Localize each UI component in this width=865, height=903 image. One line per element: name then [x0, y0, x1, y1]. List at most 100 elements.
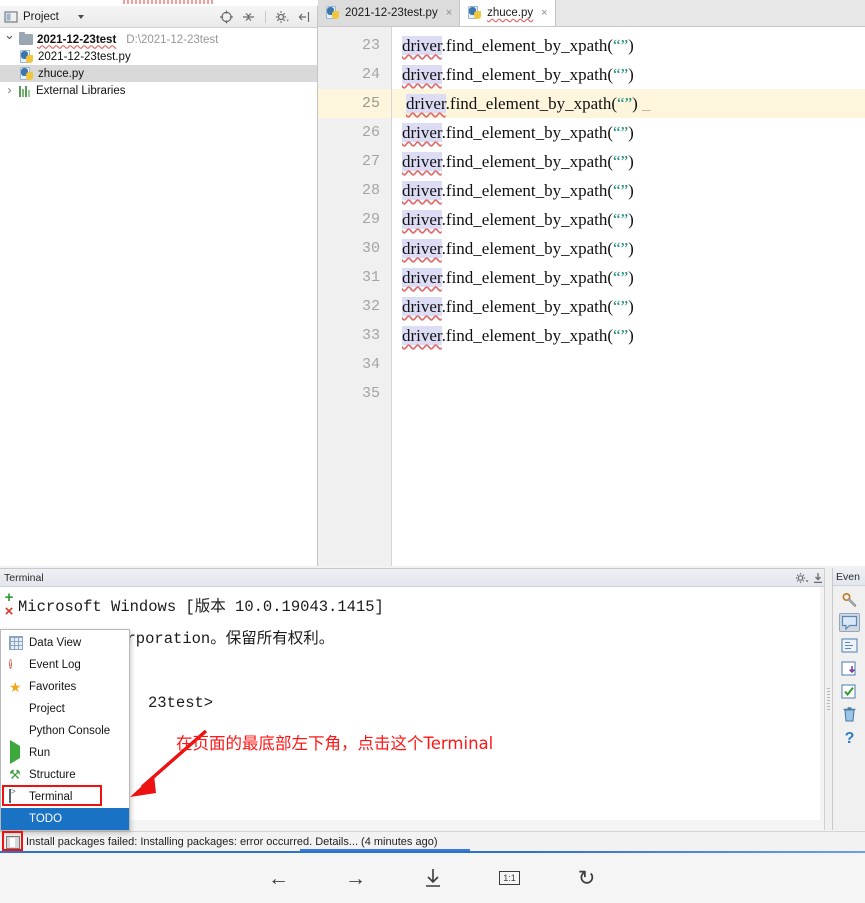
code-paren: )	[628, 65, 634, 84]
code-call: .find_element_by_xpath(	[441, 297, 614, 316]
toolbar-divider	[265, 10, 266, 23]
tree-node-file-zhuce[interactable]: zhuce.py	[0, 65, 317, 82]
menu-item-run[interactable]: Run	[1, 740, 129, 764]
close-tab-icon[interactable]: ×	[446, 7, 452, 19]
menu-item-todo[interactable]: TODO	[1, 808, 129, 830]
line-number: 23	[361, 37, 380, 54]
tree-node-file-test[interactable]: 2021-12-23test.py	[0, 48, 317, 65]
close-tab-icon[interactable]: ×	[541, 7, 547, 19]
event-log-icon: !	[9, 659, 12, 669]
expand-arrow-icon[interactable]	[4, 82, 15, 100]
balloon-notification-icon[interactable]	[838, 613, 860, 632]
tree-node-project-root[interactable]: 2021-12-23test D:\2021-12-23test	[0, 31, 317, 48]
code-string: “”	[613, 36, 629, 55]
expand-all-icon[interactable]	[839, 636, 860, 655]
code-line[interactable]: driver.find_element_by_xpath(“”)	[392, 234, 865, 263]
event-log-title: Even	[833, 568, 865, 586]
event-log-panel: Even ?	[832, 568, 865, 830]
code-call: .find_element_by_xpath(	[441, 181, 614, 200]
menu-item-event-log[interactable]: ! Event Log	[1, 654, 129, 676]
code-line[interactable]: driver.find_element_by_xpath(“”)	[392, 321, 865, 350]
help-question-icon[interactable]: ?	[839, 728, 860, 747]
hide-panel-icon[interactable]	[296, 9, 313, 25]
terminal-line: ft Corporation。保留所有权利。	[80, 630, 335, 648]
status-message[interactable]: Install packages failed: Installing pack…	[26, 836, 437, 848]
code-line[interactable]: driver.find_element_by_xpath(“”)	[392, 31, 865, 60]
mark-read-icon[interactable]	[839, 682, 860, 701]
terminal-header: Terminal	[0, 569, 830, 587]
editor-tab-test[interactable]: 2021-12-23test.py ×	[318, 0, 461, 26]
data-view-icon	[9, 636, 23, 650]
line-number: 34	[361, 356, 380, 373]
menu-item-project[interactable]: Project	[1, 698, 129, 720]
code-line[interactable]: driver.find_element_by_xpath(“”)	[392, 292, 865, 321]
code-lines[interactable]: driver.find_element_by_xpath(“”) driver.…	[392, 27, 865, 566]
code-call: .find_element_by_xpath(	[441, 268, 614, 287]
code-line[interactable]	[392, 379, 865, 408]
refresh-icon[interactable]: ↻	[572, 863, 602, 893]
gear-icon[interactable]	[274, 9, 291, 25]
code-line[interactable]: driver.find_element_by_xpath(“”)	[392, 176, 865, 205]
view-switcher-menu[interactable]: Data View ! Event Log ★ Favorites Projec…	[0, 629, 130, 831]
code-string: “”	[613, 210, 629, 229]
menu-item-favorites[interactable]: ★ Favorites	[1, 676, 129, 698]
tree-node-external-libraries[interactable]: External Libraries	[0, 82, 317, 99]
menu-item-data-view[interactable]: Data View	[1, 632, 129, 654]
python-file-icon	[326, 6, 340, 20]
menu-item-label: Structure	[29, 769, 76, 781]
forward-arrow-icon[interactable]: →	[341, 863, 371, 893]
line-number: 35	[361, 385, 380, 402]
panel-resize-edge[interactable]	[824, 568, 832, 830]
python-file-icon	[468, 6, 482, 20]
code-line[interactable]: driver.find_element_by_xpath(“”)	[392, 118, 865, 147]
delete-trash-icon[interactable]	[839, 705, 860, 724]
code-identifier: driver	[402, 297, 442, 316]
code-string: “”	[613, 123, 629, 142]
code-paren: )	[628, 36, 634, 55]
menu-item-label: Run	[29, 747, 51, 759]
menu-item-label: Favorites	[29, 681, 77, 693]
code-line[interactable]: driver.find_element_by_xpath(“”)	[392, 60, 865, 89]
code-editor[interactable]: 23 24 25 26 27 28 29 30 31 32 33 34 35 d…	[318, 27, 865, 566]
back-arrow-icon[interactable]: ←	[264, 863, 294, 893]
terminal-title: Terminal	[4, 571, 44, 584]
close-terminal-icon[interactable]: ×	[0, 604, 18, 619]
code-line[interactable]: driver.find_element_by_xpath(“”)	[392, 205, 865, 234]
settings-wrench-icon[interactable]	[839, 590, 860, 609]
zoom-level-label: 1:1	[499, 871, 520, 885]
code-line[interactable]: driver.find_element_by_xpath(“”)	[392, 147, 865, 176]
zoom-actual-size-button[interactable]: 1:1	[495, 863, 525, 893]
code-line[interactable]	[392, 350, 865, 379]
export-icon[interactable]	[839, 659, 860, 678]
collapse-all-icon[interactable]	[240, 9, 257, 25]
code-identifier: driver	[402, 239, 442, 258]
code-line-current[interactable]: driver.find_element_by_xpath(“”) _	[392, 89, 865, 118]
menu-item-label: Terminal	[29, 791, 73, 803]
locate-target-icon[interactable]	[218, 9, 235, 25]
code-identifier: driver	[402, 152, 442, 171]
code-string: “”	[613, 181, 629, 200]
editor-tab-label: 2021-12-23test.py	[345, 7, 438, 19]
download-icon[interactable]	[418, 863, 448, 893]
menu-item-python-console[interactable]: Python Console	[1, 720, 129, 742]
code-line[interactable]: driver.find_element_by_xpath(“”)	[392, 263, 865, 292]
menu-item-label: Data View	[29, 637, 82, 649]
code-call: .find_element_by_xpath(	[441, 65, 614, 84]
editor-tab-zhuce[interactable]: zhuce.py ×	[460, 0, 556, 26]
menu-item-structure[interactable]: ⚒ Structure	[1, 764, 129, 786]
menu-item-terminal[interactable]: Terminal	[1, 786, 129, 808]
expand-arrow-icon[interactable]	[4, 30, 15, 49]
line-number: 26	[361, 124, 380, 141]
line-number: 30	[361, 240, 380, 257]
code-string: “”	[613, 65, 629, 84]
chevron-down-icon[interactable]	[77, 14, 84, 19]
panel-toggle-icon[interactable]	[6, 835, 20, 849]
code-call: .find_element_by_xpath(	[441, 239, 614, 258]
menu-item-label: Python Console	[29, 725, 111, 737]
event-log-toolbar: ?	[833, 586, 865, 747]
tree-node-label: zhuce.py	[38, 67, 85, 80]
project-view-icon	[4, 10, 18, 24]
python-console-icon	[9, 724, 23, 738]
gear-icon[interactable]	[794, 571, 810, 585]
line-number: 27	[361, 153, 380, 170]
